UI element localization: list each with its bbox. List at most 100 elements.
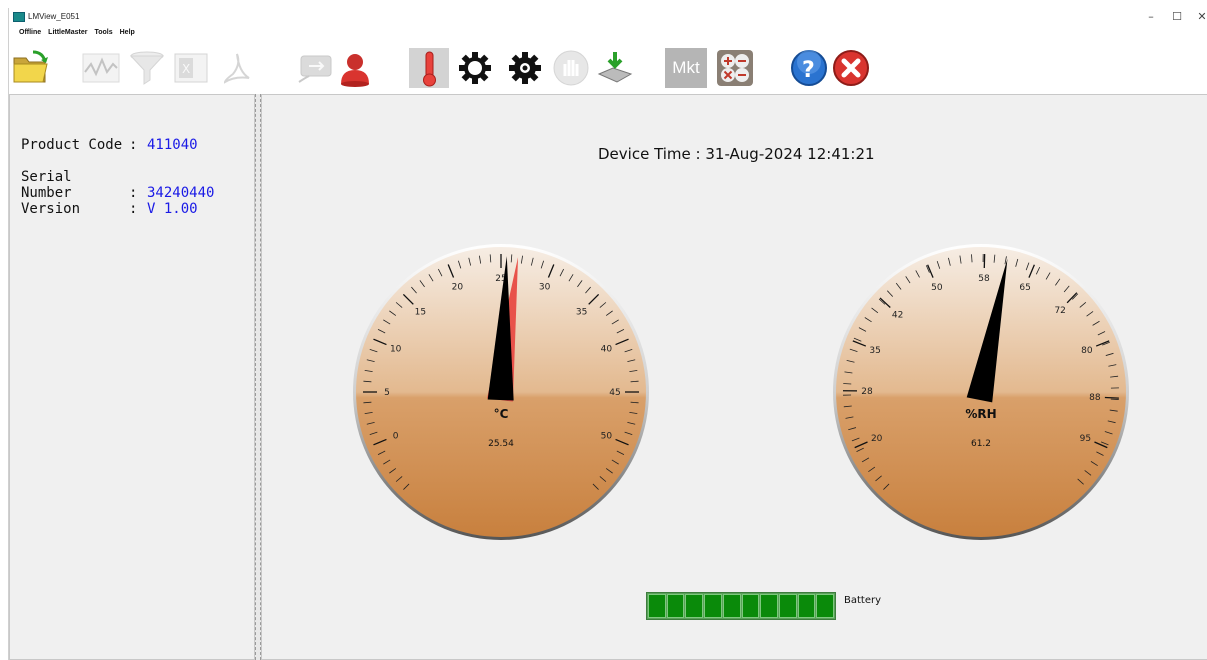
menu-bar: Offline LittleMaster Tools Help: [19, 29, 135, 41]
minor-tick: [971, 254, 973, 263]
tick-label: 30: [539, 283, 551, 293]
device-time: Device Time : 31-Aug-2024 12:41:21: [598, 145, 875, 163]
tick-label: 28: [861, 387, 873, 397]
excel-export-button[interactable]: X: [171, 48, 211, 88]
stop-hand-icon: [553, 50, 589, 86]
humidity-gauge: 20 28 35 42 50 58 65 72 80 88 95 %RH 61.2: [833, 244, 1129, 540]
version-row: Version: V 1.00: [21, 201, 198, 217]
tick-label: 15: [415, 307, 426, 317]
app-window: LMView_E051 – ☐ ✕ Offline LittleMaster T…: [8, 8, 1207, 660]
tick-label: 40: [601, 344, 613, 354]
pdf-export-button[interactable]: [217, 48, 257, 88]
battery-label: Battery: [844, 595, 882, 606]
user-icon: [341, 54, 369, 87]
battery-cell: [816, 594, 835, 618]
tick-label: 80: [1081, 346, 1093, 356]
serial-number-label: Serial Number: [21, 169, 72, 201]
stop-button[interactable]: [551, 48, 591, 88]
battery-cell: [741, 594, 760, 618]
menu-tools[interactable]: Tools: [94, 29, 112, 41]
help-icon: ?: [791, 50, 827, 86]
tick-label: 0: [393, 432, 399, 442]
gauge-unit-label: °C: [494, 407, 509, 421]
tick-label: 45: [609, 388, 620, 398]
battery-cell: [760, 594, 778, 618]
app-logo-icon: [13, 12, 25, 22]
tick-label: 88: [1089, 393, 1101, 403]
excel-export-icon: X: [174, 53, 208, 83]
tick-label: 10: [390, 344, 402, 354]
tick-label: 5: [384, 388, 390, 398]
advanced-settings-button[interactable]: [505, 48, 545, 88]
tick-label: 42: [892, 310, 903, 320]
exit-icon: [833, 50, 869, 86]
tick-label: 35: [576, 307, 587, 317]
menu-offline[interactable]: Offline: [19, 29, 41, 41]
svg-text:X: X: [182, 62, 190, 76]
mkt-button[interactable]: Mkt: [665, 48, 707, 88]
battery-cell: [648, 594, 666, 618]
user-button[interactable]: [335, 48, 375, 88]
serial-number-value: 34240440: [147, 185, 215, 201]
download-icon: [597, 52, 633, 83]
exit-button[interactable]: [831, 48, 871, 88]
help-glyph: ?: [802, 58, 815, 83]
device-info-panel: Product Code:411040 Serial Number:342404…: [9, 94, 255, 660]
tick-label: 20: [871, 434, 883, 444]
battery-cell: [685, 594, 704, 618]
tick-label: 50: [601, 432, 613, 442]
version-value: V 1.00: [147, 201, 198, 217]
calculator-button[interactable]: [715, 48, 755, 88]
usb-device-button[interactable]: [295, 48, 335, 88]
menu-help[interactable]: Help: [120, 29, 135, 41]
battery-cell: [666, 594, 685, 618]
settings-gear-icon: [459, 52, 491, 84]
tick-label: 72: [1054, 306, 1065, 316]
tick-label: 58: [978, 274, 990, 284]
open-file-button[interactable]: [11, 48, 51, 88]
calculator-icon: [717, 50, 753, 86]
temperature-button[interactable]: [409, 48, 449, 88]
graph-button[interactable]: [81, 48, 121, 88]
product-code-label: Product Code: [21, 137, 123, 153]
temperature-gauge: 05101520253035404550°C25.54: [353, 244, 649, 540]
thermometer-icon: [423, 51, 436, 87]
major-tick: [1104, 396, 1119, 399]
download-button[interactable]: [595, 48, 635, 88]
battery-cell: [722, 594, 741, 618]
gauge-value-label: 25.54: [488, 439, 514, 449]
tick-label: 20: [452, 283, 464, 293]
help-button[interactable]: ?: [789, 48, 829, 88]
usb-device-icon: [298, 55, 332, 83]
battery-cell: [797, 594, 816, 618]
colon: :: [129, 201, 138, 217]
toolbar: X Mkt ?: [9, 44, 1207, 94]
battery-cell: [704, 594, 722, 618]
settings-gear-filled-icon: [509, 52, 541, 84]
filter-button[interactable]: [127, 48, 167, 88]
pdf-export-icon: [223, 53, 250, 84]
battery-cell: [778, 594, 797, 618]
open-folder-icon: [13, 50, 48, 83]
live-readings-panel: Device Time : 31-Aug-2024 12:41:21 0 5 10 1…: [261, 94, 1207, 660]
close-button[interactable]: ✕: [1194, 10, 1207, 24]
minimize-button[interactable]: –: [1143, 10, 1159, 24]
mkt-icon: Mkt: [672, 58, 700, 77]
serial-number-row: Serial Number:34240440: [21, 169, 214, 201]
settings-button[interactable]: [455, 48, 495, 88]
battery-indicator: [646, 592, 836, 620]
colon: :: [129, 185, 138, 201]
tick-label: 35: [869, 346, 880, 356]
menu-littlemaster[interactable]: LittleMaster: [48, 29, 87, 41]
title-bar: LMView_E051 – ☐ ✕: [9, 8, 1207, 28]
product-code-row: Product Code:411040: [21, 137, 198, 153]
tick-label: 50: [931, 283, 943, 293]
gauge-value-label: 61.2: [971, 439, 991, 449]
window-title: LMView_E051: [28, 12, 80, 21]
filter-icon: [129, 51, 165, 85]
tick-label: 95: [1080, 434, 1091, 444]
maximize-button[interactable]: ☐: [1169, 10, 1185, 24]
product-code-value: 411040: [147, 137, 198, 153]
colon: :: [129, 137, 138, 153]
tick-label: 65: [1019, 283, 1030, 293]
